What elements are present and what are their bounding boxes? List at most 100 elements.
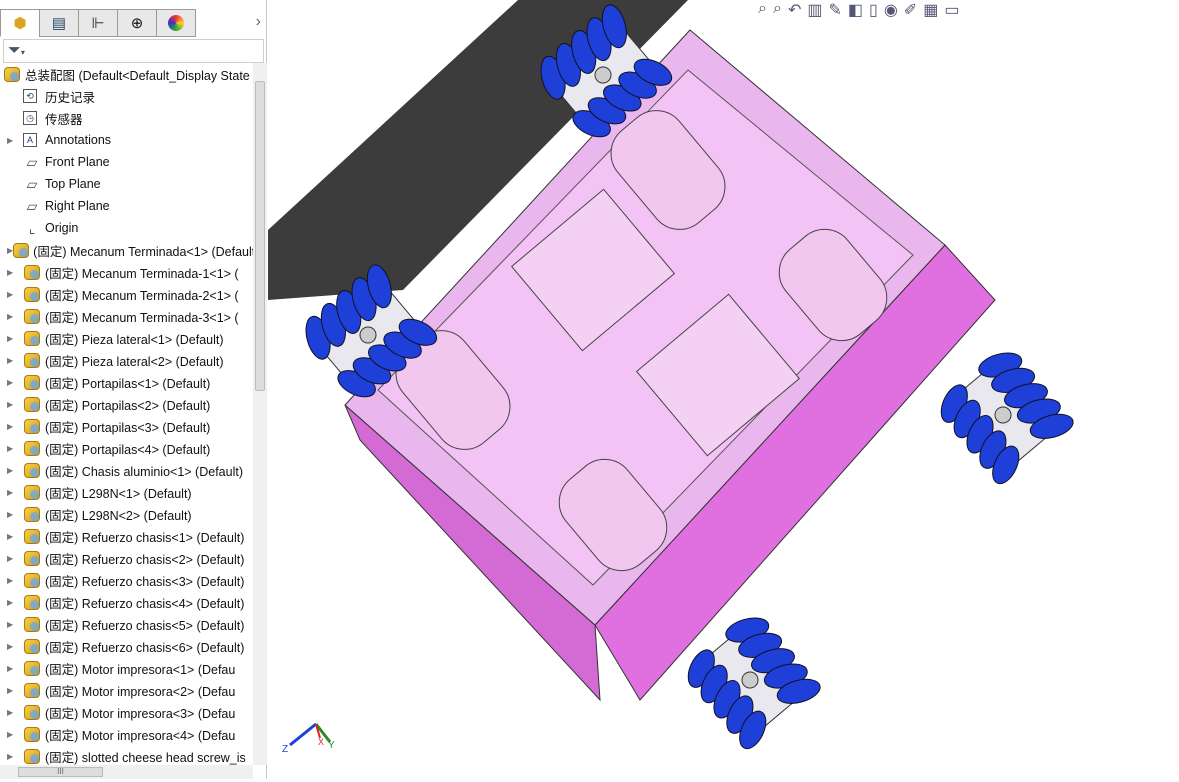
- expand-arrow-icon[interactable]: ▶: [7, 466, 17, 475]
- annotations-folder-icon: A: [23, 132, 41, 148]
- tree-item-label: (固定) Refuerzo chasis<5> (Default): [45, 618, 245, 633]
- edit-appearance-icon[interactable]: ✐: [904, 0, 917, 20]
- expand-arrow-icon[interactable]: ▶: [7, 488, 17, 497]
- expand-arrow-icon[interactable]: ▶: [7, 136, 17, 145]
- tab-display-manager[interactable]: [156, 9, 196, 37]
- previous-view-icon[interactable]: ↶: [788, 0, 801, 20]
- tree-item[interactable]: ▶ (固定) Portapilas<2> (Default): [0, 393, 253, 415]
- tree-item[interactable]: ▶ (固定) Refuerzo chasis<3> (Default): [0, 569, 253, 591]
- tree-item[interactable]: ▶ (固定) Chasis aluminio<1> (Default): [0, 459, 253, 481]
- tree-item[interactable]: ▶ (固定) Refuerzo chasis<2> (Default): [0, 547, 253, 569]
- apply-scene-icon[interactable]: ▦: [923, 0, 938, 20]
- expand-arrow-icon[interactable]: ▶: [7, 334, 17, 343]
- view-orientation-icon[interactable]: ◧: [848, 0, 863, 20]
- tree-item[interactable]: ▶ (固定) Refuerzo chasis<6> (Default): [0, 635, 253, 657]
- expand-arrow-icon[interactable]: ▶: [7, 356, 17, 365]
- part-icon: [23, 638, 41, 654]
- tab-dimxpert[interactable]: ⊕: [117, 9, 157, 37]
- tree-vertical-scrollbar[interactable]: [253, 63, 267, 765]
- tree-item-label: 传感器: [45, 112, 83, 127]
- expand-arrow-icon[interactable]: ▶: [7, 510, 17, 519]
- zoom-area-icon[interactable]: ⌕: [773, 0, 782, 20]
- expand-arrow-icon[interactable]: ▶: [7, 378, 17, 387]
- section-view-icon[interactable]: ▥: [807, 0, 822, 20]
- tree-item[interactable]: ▶ (固定) Motor impresora<2> (Defau: [0, 679, 253, 701]
- tree-item[interactable]: ▶ (固定) Mecanum Terminada-1<1> (: [0, 261, 253, 283]
- expand-arrow-icon[interactable]: ▶: [7, 400, 17, 409]
- tree-item[interactable]: ▶ (固定) Refuerzo chasis<1> (Default): [0, 525, 253, 547]
- scroll-thumb[interactable]: III: [18, 767, 103, 777]
- tree-item[interactable]: ◷ 传感器: [0, 107, 253, 129]
- expand-arrow-icon[interactable]: ▶: [7, 444, 17, 453]
- tree-item[interactable]: ▱ Right Plane: [0, 195, 253, 217]
- expand-arrow-icon[interactable]: ▶: [7, 686, 17, 695]
- tree-item-label: (固定) Pieza lateral<2> (Default): [45, 354, 224, 369]
- expand-arrow-icon[interactable]: ▶: [7, 664, 17, 673]
- expand-arrow-icon[interactable]: ▶: [7, 268, 17, 277]
- part-icon: [23, 748, 41, 764]
- expand-arrow-icon[interactable]: ▶: [7, 312, 17, 321]
- tree-item[interactable]: ▶ (固定) Portapilas<3> (Default): [0, 415, 253, 437]
- expand-arrow-icon[interactable]: ▶: [7, 642, 17, 651]
- tree-item-label: (固定) Mecanum Terminada<1> (Default: [33, 244, 253, 259]
- tree-item-label: Annotations: [45, 133, 112, 147]
- assembly-icon: [3, 66, 21, 82]
- more-tabs-button[interactable]: ›: [256, 13, 261, 31]
- tree-horizontal-scrollbar[interactable]: III: [0, 765, 253, 779]
- history-folder-icon: ⟲: [23, 88, 41, 104]
- tree-item[interactable]: ▶ (固定) Motor impresora<4> (Defau: [0, 723, 253, 745]
- tree-item[interactable]: ▶ (固定) Refuerzo chasis<5> (Default): [0, 613, 253, 635]
- tree-item[interactable]: ▱ Top Plane: [0, 173, 253, 195]
- tree-item[interactable]: ▶ (固定) Pieza lateral<1> (Default): [0, 327, 253, 349]
- tree-item[interactable]: ▶ (固定) Portapilas<4> (Default): [0, 437, 253, 459]
- tree-item[interactable]: ▶ (固定) slotted cheese head screw_is: [0, 745, 253, 765]
- tree-item[interactable]: ▱ Front Plane: [0, 151, 253, 173]
- tree-item[interactable]: ▶ (固定) L298N<2> (Default): [0, 503, 253, 525]
- expand-arrow-icon[interactable]: ▶: [7, 554, 17, 563]
- tab-configurationmanager[interactable]: ⊩: [78, 9, 118, 37]
- assembly-icon: ⬢: [13, 15, 27, 32]
- tab-featuremanager[interactable]: ⬢: [0, 9, 40, 37]
- tree-item[interactable]: ▶ (固定) Mecanum Terminada-3<1> (: [0, 305, 253, 327]
- tree-item[interactable]: ▶ (固定) Mecanum Terminada-2<1> (: [0, 283, 253, 305]
- tree-item[interactable]: ▶ (固定) Motor impresora<3> (Defau: [0, 701, 253, 723]
- part-icon: [23, 726, 41, 742]
- tree-item[interactable]: ▶ (固定) Pieza lateral<2> (Default): [0, 349, 253, 371]
- tree-item[interactable]: ▶ (固定) Motor impresora<1> (Defau: [0, 657, 253, 679]
- expand-arrow-icon[interactable]: ▶: [7, 576, 17, 585]
- expand-arrow-icon[interactable]: ▶: [7, 290, 17, 299]
- tree-item[interactable]: ▶ (固定) Portapilas<1> (Default): [0, 371, 253, 393]
- scroll-thumb[interactable]: [255, 81, 265, 391]
- appearance-ball-icon: [168, 15, 184, 31]
- expand-arrow-icon[interactable]: ▶: [7, 620, 17, 629]
- tree-item-label: (固定) Refuerzo chasis<4> (Default): [45, 596, 245, 611]
- triad-z-label: Z: [282, 744, 288, 755]
- expand-arrow-icon[interactable]: ▶: [7, 422, 17, 431]
- display-style-icon[interactable]: ▯: [869, 0, 878, 20]
- expand-arrow-icon[interactable]: ▶: [7, 752, 17, 761]
- feature-tree: 总装配图 (Default<Default_Display State ⟲ 历史记…: [0, 63, 253, 765]
- part-icon: [23, 572, 41, 588]
- expand-arrow-icon[interactable]: ▶: [7, 532, 17, 541]
- expand-arrow-icon[interactable]: ▶: [7, 598, 17, 607]
- part-icon: [23, 704, 41, 720]
- graphics-viewport[interactable]: Z X Y: [268, 0, 1179, 779]
- tree-item[interactable]: ▶ (固定) L298N<1> (Default): [0, 481, 253, 503]
- expand-arrow-icon[interactable]: ▶: [7, 730, 17, 739]
- tree-filter[interactable]: ⏷▾: [3, 39, 264, 63]
- dynamic-annotation-icon[interactable]: ✎: [828, 0, 841, 20]
- tree-root[interactable]: 总装配图 (Default<Default_Display State: [0, 63, 253, 85]
- hide-show-icon[interactable]: ◉: [884, 0, 898, 20]
- tree-item[interactable]: ⟲ 历史记录: [0, 85, 253, 107]
- view-settings-icon[interactable]: ▭: [944, 0, 959, 20]
- expand-arrow-icon[interactable]: ▶: [7, 708, 17, 717]
- tree-item-label: (固定) Portapilas<4> (Default): [45, 442, 211, 457]
- feature-manager-panel: ⬢ ▤ ⊩ ⊕ › ⏷▾ 总装配图 (Default<Default_Displ…: [0, 0, 267, 779]
- tree-item[interactable]: ▶ A Annotations: [0, 129, 253, 151]
- zoom-to-fit-icon[interactable]: ⌕: [758, 0, 767, 20]
- tree-item[interactable]: ▶ (固定) Mecanum Terminada<1> (Default: [0, 239, 253, 261]
- tab-propertymanager[interactable]: ▤: [39, 9, 79, 37]
- tree-item[interactable]: ▶ (固定) Refuerzo chasis<4> (Default): [0, 591, 253, 613]
- tree-item[interactable]: ⌞ Origin: [0, 217, 253, 239]
- tree-item-label: Right Plane: [45, 199, 110, 213]
